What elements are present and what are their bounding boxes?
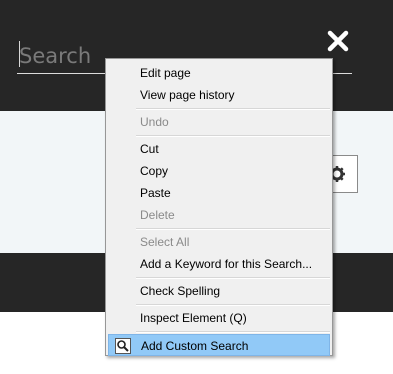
menu-item-label: Check Spelling — [140, 284, 221, 298]
menu-item-select-all[interactable]: Select All — [108, 231, 330, 253]
menu-item-view-history[interactable]: View page history — [108, 84, 330, 106]
menu-item-label: Paste — [140, 186, 171, 200]
menu-item-label: View page history — [140, 88, 235, 102]
menu-item-check-spelling[interactable]: Check Spelling — [108, 280, 330, 302]
menu-item-add-custom-search[interactable]: Add Custom Search — [108, 334, 330, 356]
menu-item-edit-page[interactable]: Edit page — [108, 62, 330, 84]
menu-separator — [136, 108, 330, 110]
menu-item-label: Add Custom Search — [141, 339, 249, 353]
menu-item-label: Inspect Element (Q) — [140, 311, 247, 325]
menu-item-label: Add a Keyword for this Search... — [140, 257, 313, 271]
menu-item-add-keyword[interactable]: Add a Keyword for this Search... — [108, 253, 330, 275]
menu-item-copy[interactable]: Copy — [108, 160, 330, 182]
menu-item-inspect-element[interactable]: Inspect Element (Q) — [108, 307, 330, 329]
menu-separator — [136, 277, 330, 279]
menu-item-paste[interactable]: Paste — [108, 182, 330, 204]
magnifier-icon — [115, 338, 131, 354]
close-icon[interactable] — [327, 30, 349, 52]
menu-separator — [136, 228, 330, 230]
menu-item-delete[interactable]: Delete — [108, 204, 330, 226]
menu-item-label: Select All — [140, 235, 190, 249]
text-caret — [19, 41, 20, 67]
menu-item-label: Edit page — [140, 66, 191, 80]
menu-item-cut[interactable]: Cut — [108, 138, 330, 160]
menu-item-label: Cut — [140, 142, 159, 156]
menu-separator — [136, 331, 330, 333]
menu-item-label: Undo — [140, 115, 169, 129]
menu-separator — [136, 135, 330, 137]
menu-separator — [136, 304, 330, 306]
context-menu: Edit page View page history Undo Cut Cop… — [105, 58, 333, 356]
menu-item-undo[interactable]: Undo — [108, 111, 330, 133]
menu-item-label: Delete — [140, 208, 175, 222]
menu-item-label: Copy — [140, 164, 169, 178]
